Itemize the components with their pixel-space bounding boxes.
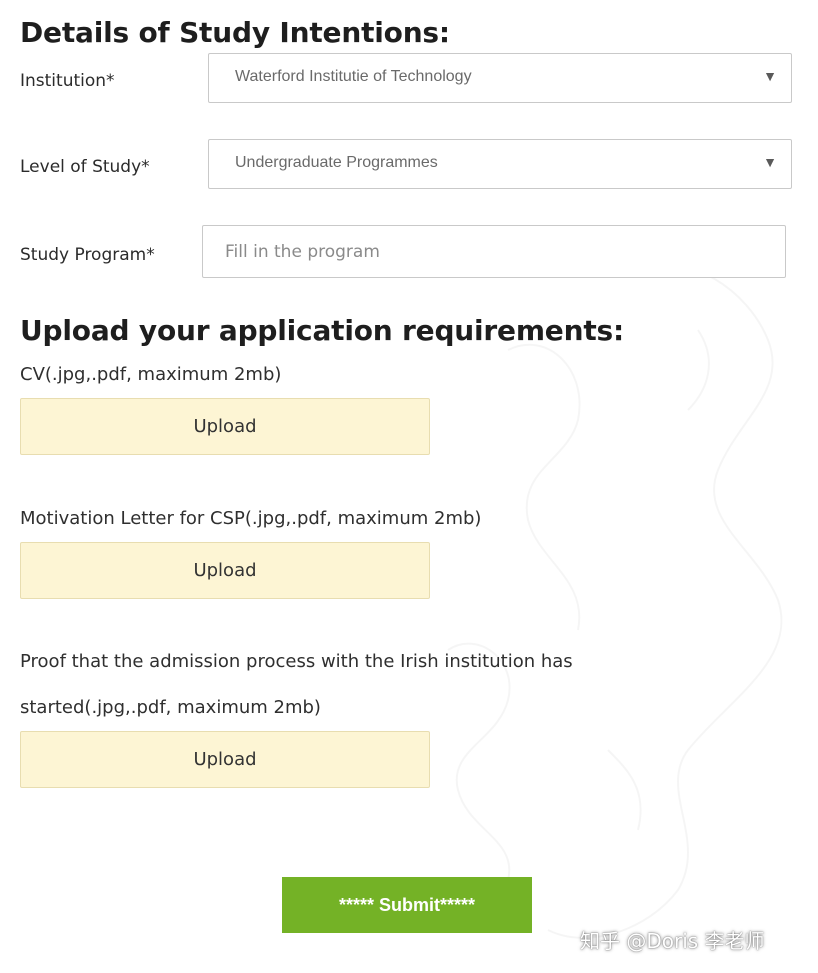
- level-of-study-select-value: Undergraduate Programmes: [235, 154, 438, 171]
- study-intentions-heading: Details of Study Intentions:: [20, 16, 450, 49]
- level-of-study-select[interactable]: Undergraduate Programmes ▼: [208, 139, 792, 189]
- institution-label: Institution*: [20, 71, 115, 91]
- motivation-letter-upload-button[interactable]: Upload: [20, 542, 430, 599]
- cv-upload-button[interactable]: Upload: [20, 398, 430, 455]
- institution-select-value: Waterford Institutie of Technology: [235, 68, 472, 85]
- chevron-down-icon: ▼: [763, 68, 777, 84]
- watermark-text: 知乎 @Doris 李老师: [580, 929, 765, 953]
- study-program-label: Study Program*: [20, 245, 155, 265]
- level-of-study-label: Level of Study*: [20, 157, 150, 177]
- admission-proof-label-line-2: started(.jpg,.pdf, maximum 2mb): [20, 697, 321, 718]
- admission-proof-upload-button[interactable]: Upload: [20, 731, 430, 788]
- upload-requirements-heading: Upload your application requirements:: [20, 314, 624, 347]
- cv-label: CV(.jpg,.pdf, maximum 2mb): [20, 364, 282, 385]
- chevron-down-icon: ▼: [763, 154, 777, 170]
- institution-select[interactable]: Waterford Institutie of Technology ▼: [208, 53, 792, 103]
- motivation-letter-label: Motivation Letter for CSP(.jpg,.pdf, max…: [20, 508, 482, 529]
- submit-button[interactable]: ***** Submit*****: [282, 877, 532, 933]
- admission-proof-label-line-1: Proof that the admission process with th…: [20, 651, 573, 672]
- study-program-input[interactable]: [202, 225, 786, 278]
